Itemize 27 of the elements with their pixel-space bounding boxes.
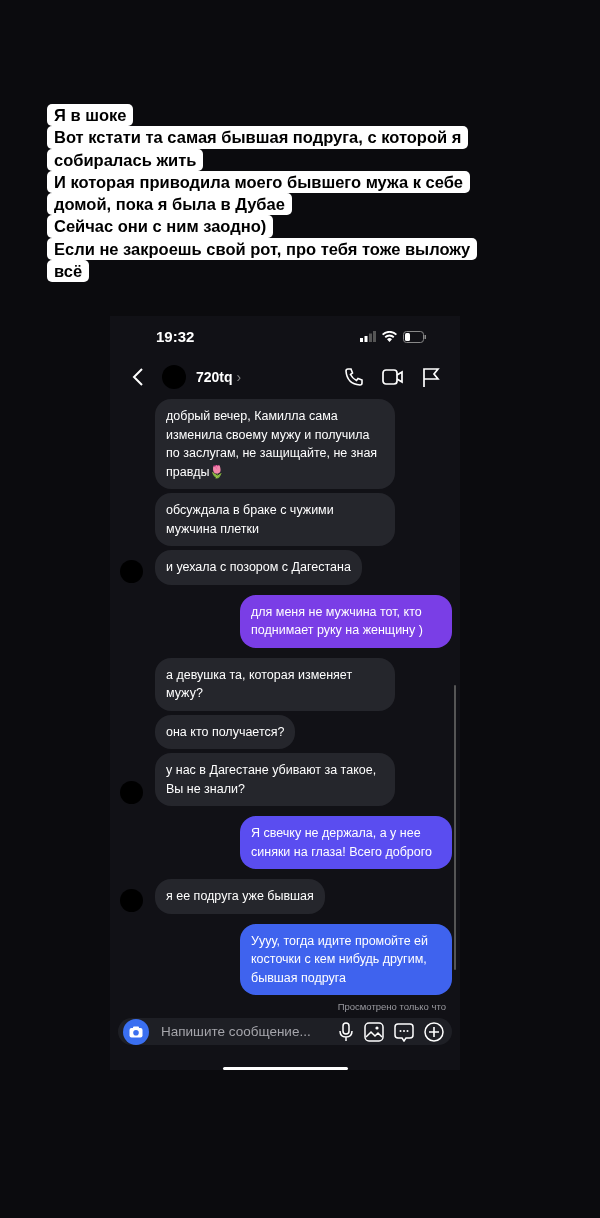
back-icon[interactable] — [132, 368, 144, 387]
message-bubble: Я свечку не держала, а у нее синяки на глаза! Всего доброго — [240, 816, 452, 870]
username[interactable]: 720tq — [196, 369, 233, 386]
message-bubble: я ее подруга уже бывшая — [155, 879, 325, 914]
image-icon[interactable] — [364, 1021, 384, 1042]
seen-status: Просмотрено только что — [337, 1001, 446, 1013]
message-bubble: обсуждала в браке с чужими мужчина плетки — [155, 493, 395, 547]
add-icon[interactable] — [424, 1021, 444, 1042]
message-bubble: а девушка та, которая изменяет мужу? — [155, 657, 395, 711]
chevron: › — [236, 369, 242, 386]
message-bubble: Уууу, тогда идите промойте ей косточки с кем нибудь другим, бывшая подруга — [240, 923, 452, 996]
message-bubble: и уехала с позором с Дагестана — [155, 550, 362, 585]
signal-icon — [360, 331, 376, 343]
wifi-icon — [382, 331, 397, 343]
message-bubble: для меня не мужчина тот, кто поднимает руку на женщину ) — [240, 594, 452, 648]
message-bubble: она кто получается? — [155, 714, 296, 750]
message-bubble: у нас в Дагестане убивают за такое, Вы не знали? — [155, 753, 395, 807]
message-bubble: добрый вечер, Камилла сама изменила своему мужу и получила по заслугам, не защищайте, не зная правды🌷 — [155, 399, 395, 490]
message-composer[interactable]: Напишите сообщение... — [118, 1018, 452, 1046]
status-time: 19:32 — [156, 328, 195, 346]
phone-icon[interactable] — [344, 367, 364, 388]
microphone-icon[interactable] — [338, 1021, 354, 1042]
video-icon[interactable] — [382, 368, 404, 387]
message-input[interactable]: Напишите сообщение... — [159, 1023, 328, 1041]
battery-icon — [403, 330, 427, 343]
camera-icon[interactable] — [123, 1018, 149, 1045]
flag-icon[interactable] — [422, 367, 440, 388]
